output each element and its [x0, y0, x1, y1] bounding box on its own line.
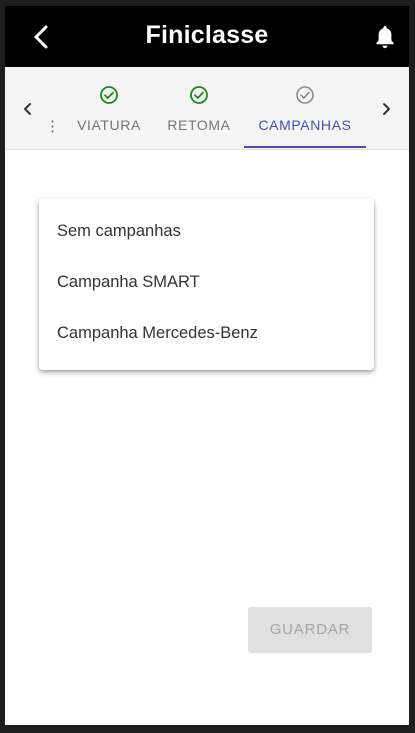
- notifications-button[interactable]: [373, 24, 397, 50]
- app-title: Finiclasse: [145, 21, 269, 49]
- tabs-overflow-indicator: ⋮: [45, 118, 60, 135]
- chevron-right-icon: [383, 103, 390, 115]
- campaign-option[interactable]: Campanha Mercedes-Benz: [39, 308, 374, 359]
- app-screen: Finiclasse ⋮ VIATURA RETOMA CAMPANHAS Se…: [5, 6, 409, 725]
- tab-retoma[interactable]: RETOMA: [157, 67, 241, 149]
- bell-icon: [376, 26, 394, 49]
- tabs-scroll-left-button[interactable]: [17, 97, 39, 121]
- active-tab-indicator: [244, 146, 366, 148]
- check-circle-icon: [190, 86, 208, 104]
- campaign-dropdown-menu: Sem campanhas Campanha SMART Campanha Me…: [39, 198, 374, 370]
- tab-label: RETOMA: [167, 117, 231, 133]
- steps-tab-bar: ⋮ VIATURA RETOMA CAMPANHAS: [5, 67, 409, 150]
- check-circle-icon: [296, 86, 314, 104]
- campaign-option[interactable]: Sem campanhas: [39, 206, 374, 257]
- app-header: Finiclasse: [5, 6, 409, 67]
- campaigns-panel: Sem campanhas Campanha SMART Campanha Me…: [5, 150, 409, 725]
- check-circle-icon: [100, 86, 118, 104]
- tabs-scroll-right-button[interactable]: [375, 97, 397, 121]
- tab-label: CAMPANHAS: [258, 117, 352, 133]
- save-button[interactable]: GUARDAR: [248, 607, 372, 653]
- device-frame: Finiclasse ⋮ VIATURA RETOMA CAMPANHAS Se…: [0, 0, 415, 733]
- tab-viatura[interactable]: VIATURA: [67, 67, 151, 149]
- tab-campanhas[interactable]: CAMPANHAS: [244, 67, 366, 149]
- tab-label: VIATURA: [77, 117, 141, 133]
- campaign-option[interactable]: Campanha SMART: [39, 257, 374, 308]
- chevron-left-icon: [24, 103, 31, 115]
